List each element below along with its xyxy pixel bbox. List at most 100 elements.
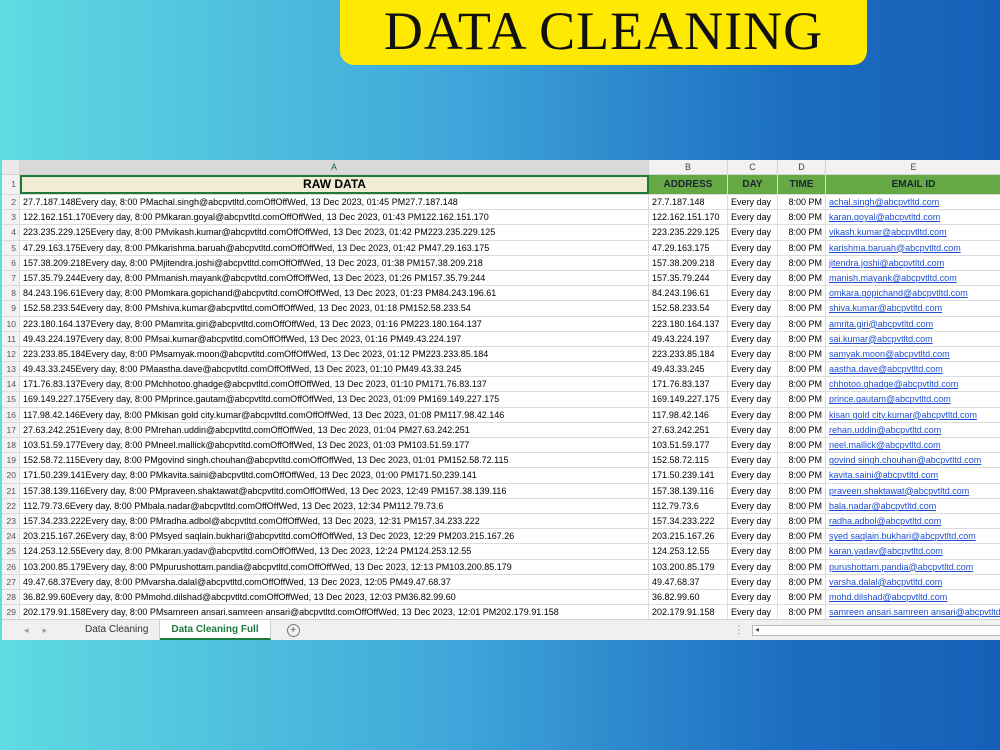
email-cell[interactable]: omkara.gopichand@abcpvtltd.com: [826, 286, 1000, 300]
column-header-c[interactable]: C: [728, 160, 778, 174]
sheet-next-icon[interactable]: ▸: [43, 625, 48, 636]
raw-data-cell[interactable]: 49.43.33.245Every day, 8:00 PMaastha.dav…: [20, 362, 649, 377]
row-number[interactable]: 3: [2, 210, 20, 225]
raw-data-header-cell[interactable]: RAW DATA: [20, 175, 649, 194]
day-cell[interactable]: Every day: [728, 574, 778, 589]
scroll-left-icon[interactable]: ◂: [755, 625, 759, 634]
raw-data-cell[interactable]: 171.50.239.141Every day, 8:00 PMkavita.s…: [20, 468, 649, 483]
time-cell[interactable]: 8:00 PM: [778, 438, 826, 453]
row-number[interactable]: 13: [2, 362, 20, 377]
row-number[interactable]: 10: [2, 316, 20, 331]
time-cell[interactable]: 8:00 PM: [778, 498, 826, 513]
email-cell[interactable]: purushottam.pandia@abcpvtltd.com: [826, 560, 1000, 574]
day-cell[interactable]: Every day: [728, 240, 778, 255]
raw-data-cell[interactable]: 36.82.99.60Every day, 8:00 PMmohd.dilsha…: [20, 589, 649, 605]
day-cell[interactable]: Every day: [728, 286, 778, 301]
row-number[interactable]: 23: [2, 513, 20, 529]
time-cell[interactable]: 8:00 PM: [778, 346, 826, 362]
email-cell[interactable]: mohd.dilshad@abcpvtltd.com: [826, 590, 1000, 604]
raw-data-cell[interactable]: 27.63.242.251Every day, 8:00 PMrehan.udd…: [20, 422, 649, 437]
time-cell[interactable]: 8:00 PM: [778, 392, 826, 407]
email-cell[interactable]: karan.goyal@abcpvtltd.com: [826, 210, 1000, 224]
address-cell[interactable]: 157.35.79.244: [649, 270, 728, 286]
email-cell[interactable]: shiva.kumar@abcpvtltd.com: [826, 301, 1000, 315]
time-cell[interactable]: 8:00 PM: [778, 468, 826, 483]
time-cell[interactable]: 8:00 PM: [778, 589, 826, 605]
address-cell[interactable]: 36.82.99.60: [649, 589, 728, 605]
address-cell[interactable]: 171.50.239.141: [649, 468, 728, 483]
time-cell[interactable]: 8:00 PM: [778, 605, 826, 620]
time-cell[interactable]: 8:00 PM: [778, 377, 826, 392]
email-cell[interactable]: jitendra.joshi@abcpvtltd.com: [826, 256, 1000, 270]
row-number[interactable]: 26: [2, 559, 20, 574]
address-cell[interactable]: 157.38.139.116: [649, 483, 728, 498]
row-number[interactable]: 2: [2, 195, 20, 210]
select-all-corner[interactable]: [2, 160, 20, 174]
raw-data-cell[interactable]: 152.58.72.115Every day, 8:00 PMgovind si…: [20, 453, 649, 468]
address-cell[interactable]: 157.34.233.222: [649, 513, 728, 529]
raw-data-cell[interactable]: 103.200.85.179Every day, 8:00 PMpurushot…: [20, 559, 649, 574]
raw-data-cell[interactable]: 223.235.229.125Every day, 8:00 PMvikash.…: [20, 225, 649, 240]
tab-data-cleaning[interactable]: Data Cleaning: [74, 620, 161, 640]
day-cell[interactable]: Every day: [728, 544, 778, 559]
scroll-split-icon[interactable]: ⋮: [734, 625, 744, 636]
address-cell[interactable]: 117.98.42.146: [649, 407, 728, 422]
address-cell[interactable]: 223.233.85.184: [649, 346, 728, 362]
raw-data-cell[interactable]: 223.233.85.184Every day, 8:00 PMsamyak.m…: [20, 346, 649, 362]
row-number[interactable]: 24: [2, 529, 20, 544]
row-number[interactable]: 1: [2, 175, 20, 194]
row-number[interactable]: 16: [2, 407, 20, 422]
day-cell[interactable]: Every day: [728, 483, 778, 498]
row-number[interactable]: 28: [2, 589, 20, 605]
day-cell[interactable]: Every day: [728, 422, 778, 437]
email-cell[interactable]: prince.gautam@abcpvtltd.com: [826, 392, 1000, 406]
email-cell[interactable]: achal.singh@abcpvtltd.com: [826, 195, 1000, 209]
address-cell[interactable]: 103.200.85.179: [649, 559, 728, 574]
row-number[interactable]: 7: [2, 270, 20, 286]
day-cell[interactable]: Every day: [728, 210, 778, 225]
day-cell[interactable]: Every day: [728, 392, 778, 407]
email-cell[interactable]: karan.yadav@abcpvtltd.com: [826, 544, 1000, 558]
time-cell[interactable]: 8:00 PM: [778, 286, 826, 301]
address-cell[interactable]: 27.7.187.148: [649, 195, 728, 210]
time-cell[interactable]: 8:00 PM: [778, 362, 826, 377]
time-cell[interactable]: 8:00 PM: [778, 225, 826, 240]
address-cell[interactable]: 47.29.163.175: [649, 240, 728, 255]
time-cell[interactable]: 8:00 PM: [778, 316, 826, 331]
raw-data-cell[interactable]: 27.7.187.148Every day, 8:00 PMachal.sing…: [20, 195, 649, 210]
row-number[interactable]: 27: [2, 574, 20, 589]
tab-data-cleaning-full[interactable]: Data Cleaning Full: [160, 620, 271, 640]
row-number[interactable]: 25: [2, 544, 20, 559]
time-cell[interactable]: 8:00 PM: [778, 270, 826, 286]
sheet-prev-icon[interactable]: ◂: [24, 625, 29, 636]
row-number[interactable]: 4: [2, 225, 20, 240]
address-cell[interactable]: 49.47.68.37: [649, 574, 728, 589]
email-cell[interactable]: samreen ansari.samreen ansari@abcpvtltd.…: [826, 605, 1000, 619]
day-cell[interactable]: Every day: [728, 529, 778, 544]
email-cell[interactable]: karishma.baruah@abcpvtltd.com: [826, 241, 1000, 255]
address-cell[interactable]: 171.76.83.137: [649, 377, 728, 392]
column-header-a[interactable]: A: [20, 160, 649, 174]
row-number[interactable]: 29: [2, 605, 20, 620]
address-cell[interactable]: 84.243.196.61: [649, 286, 728, 301]
day-cell[interactable]: Every day: [728, 346, 778, 362]
email-cell[interactable]: vikash.kumar@abcpvtltd.com: [826, 225, 1000, 239]
raw-data-cell[interactable]: 157.38.209.218Every day, 8:00 PMjitendra…: [20, 255, 649, 270]
column-header-b[interactable]: B: [649, 160, 728, 174]
time-cell[interactable]: 8:00 PM: [778, 240, 826, 255]
day-cell[interactable]: Every day: [728, 513, 778, 529]
day-cell[interactable]: Every day: [728, 453, 778, 468]
time-cell[interactable]: 8:00 PM: [778, 544, 826, 559]
email-cell[interactable]: amrita.giri@abcpvtltd.com: [826, 317, 1000, 331]
day-cell[interactable]: Every day: [728, 316, 778, 331]
row-number[interactable]: 21: [2, 483, 20, 498]
raw-data-cell[interactable]: 203.215.167.26Every day, 8:00 PMsyed saq…: [20, 529, 649, 544]
address-cell[interactable]: 157.38.209.218: [649, 255, 728, 270]
day-cell[interactable]: Every day: [728, 270, 778, 286]
raw-data-cell[interactable]: 117.98.42.146Every day, 8:00 PMkisan gol…: [20, 407, 649, 422]
day-cell[interactable]: Every day: [728, 468, 778, 483]
raw-data-cell[interactable]: 49.47.68.37Every day, 8:00 PMvarsha.dala…: [20, 574, 649, 589]
email-cell[interactable]: sai.kumar@abcpvtltd.com: [826, 332, 1000, 346]
raw-data-cell[interactable]: 103.51.59.177Every day, 8:00 PMneel.mall…: [20, 438, 649, 453]
add-sheet-icon[interactable]: +: [286, 623, 300, 637]
